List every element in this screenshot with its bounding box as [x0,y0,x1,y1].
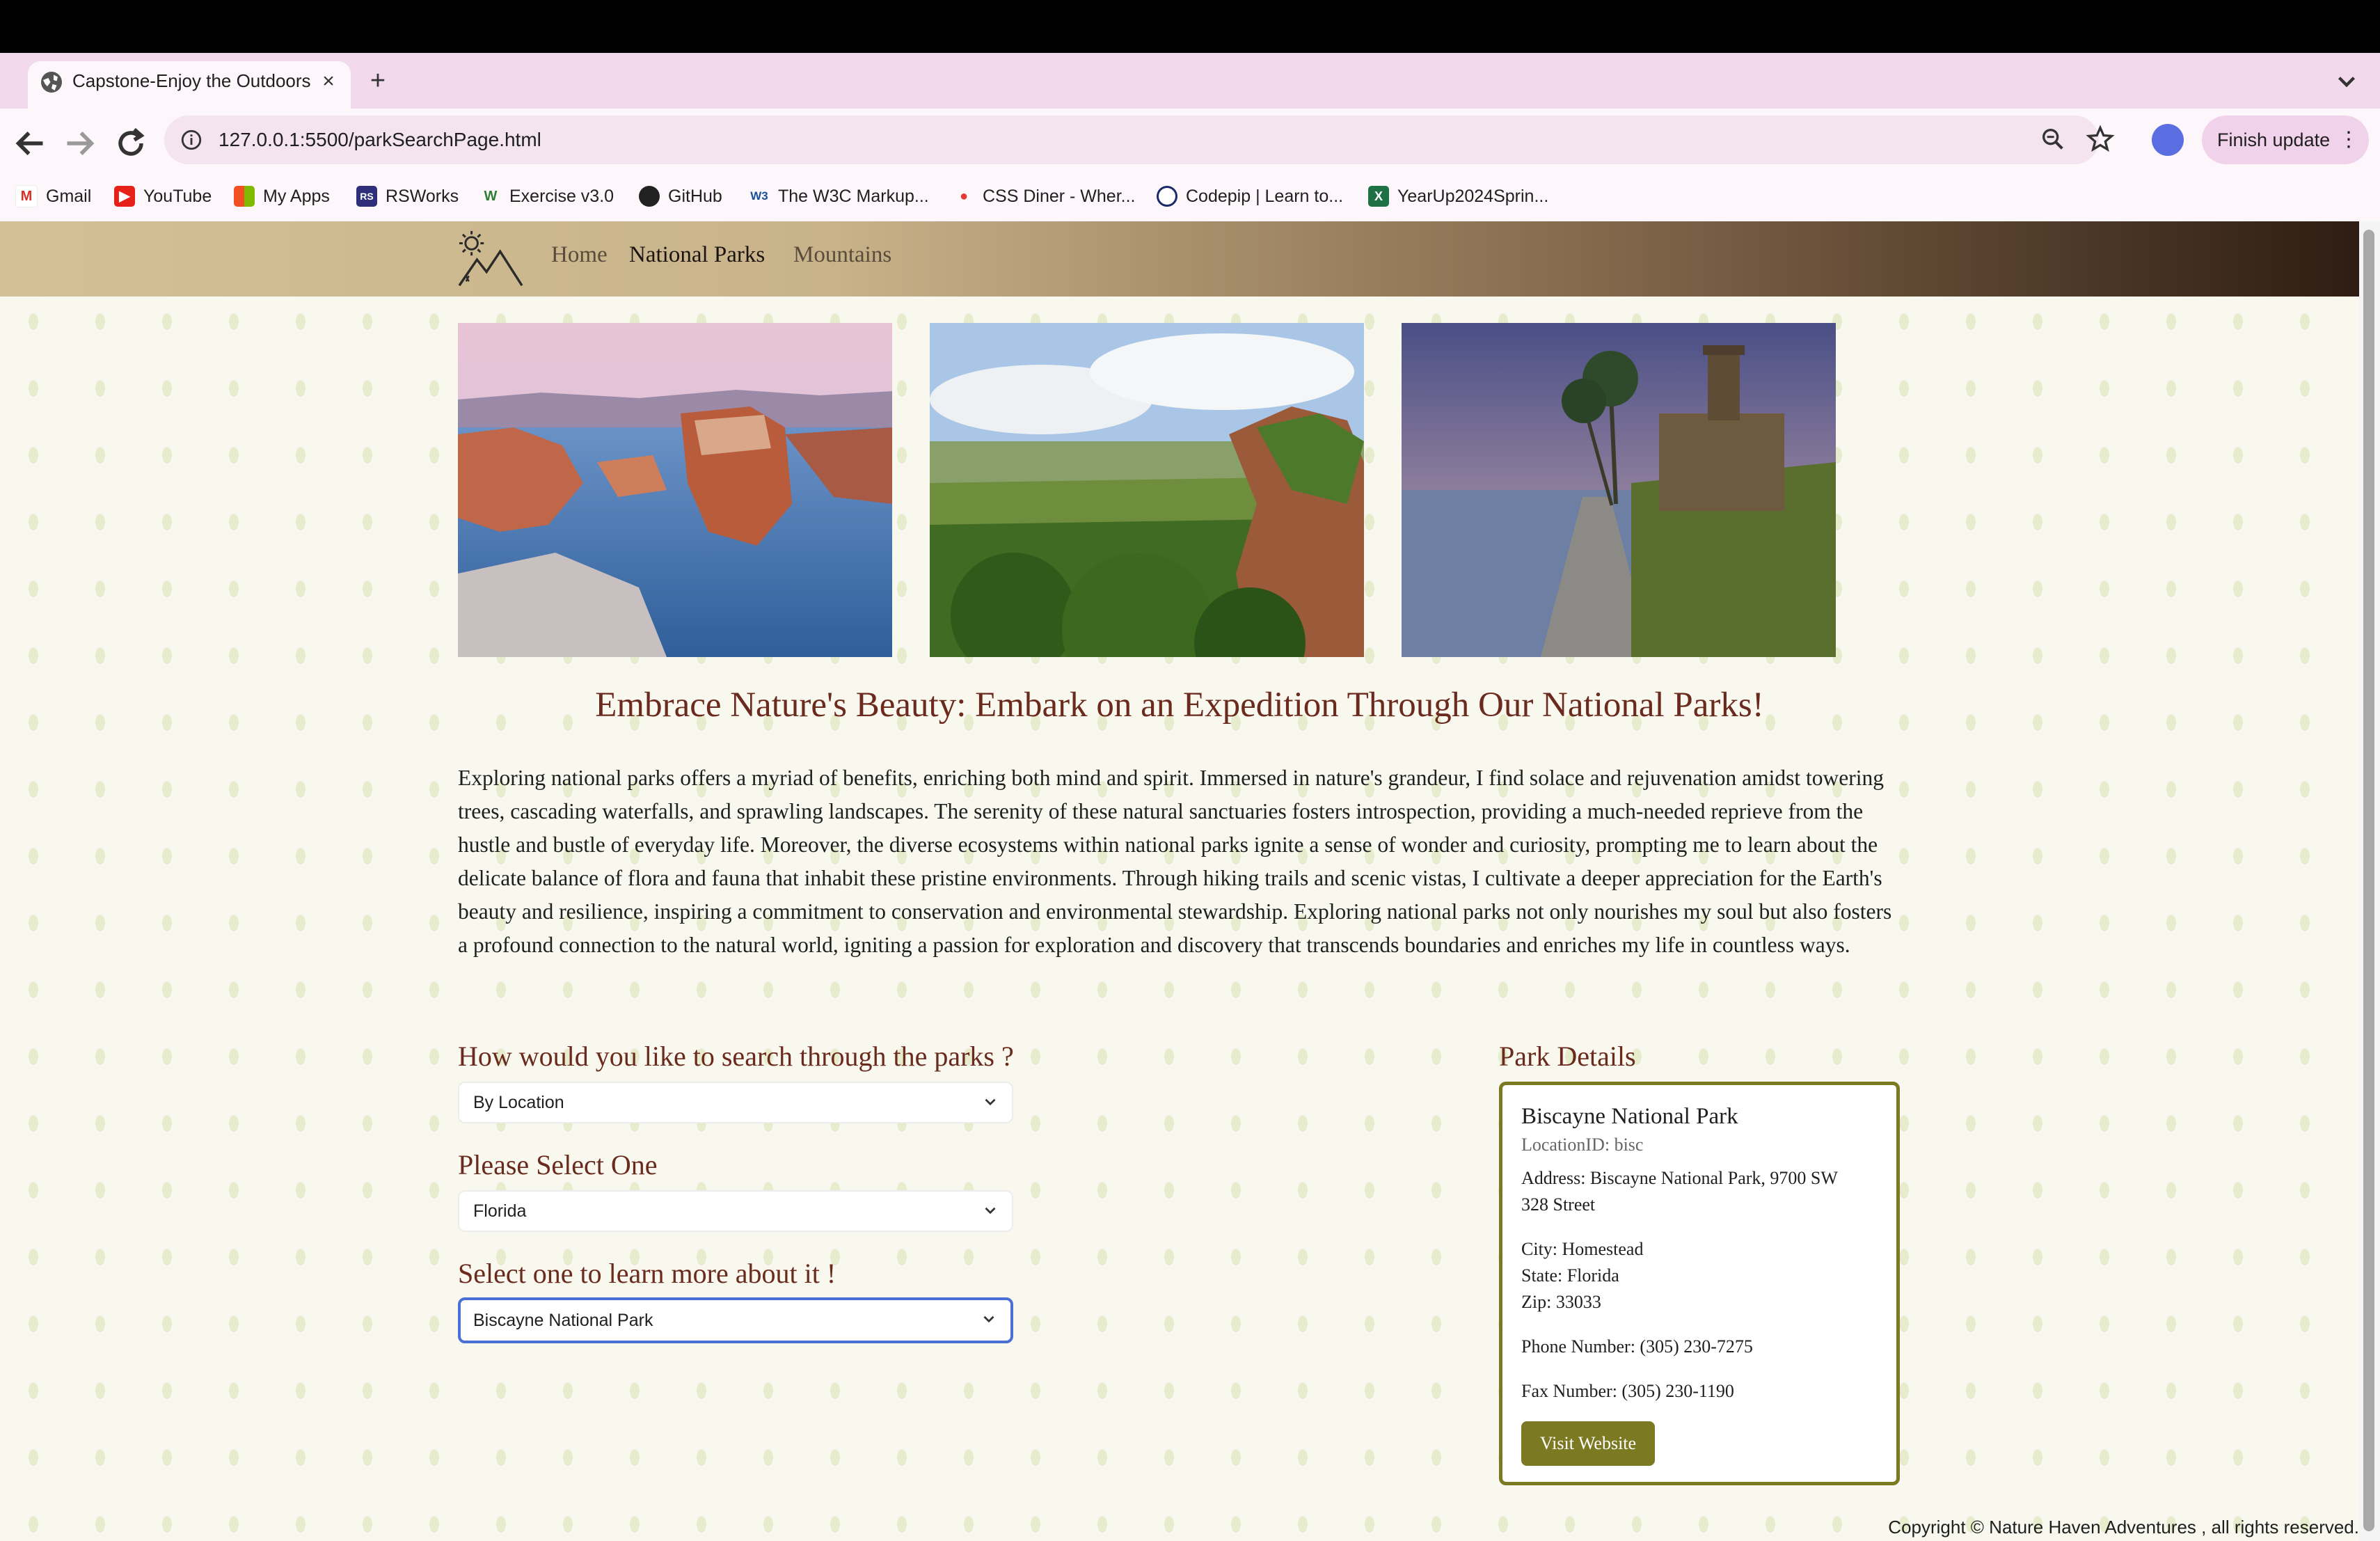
bookmark-label: The W3C Markup... [778,186,929,206]
chevron-down-icon [983,1315,994,1323]
park-address-line1: Address: Biscayne National Park, 9700 SW [1521,1168,1838,1188]
park-value: Biscayne National Park [473,1311,653,1330]
bookmark-label: My Apps [263,186,330,206]
bookmark-w3c[interactable]: W3 The W3C Markup... [749,182,929,210]
bookmark-label: CSS Diner - Wher... [983,186,1136,206]
new-tab-button[interactable]: + [362,67,394,96]
github-icon [639,186,660,207]
bookmark-gmail[interactable]: M Gmail [15,182,91,210]
park-select-label: Select one to learn more about it ! [458,1258,836,1289]
gmail-icon: M [15,185,38,207]
nav-mountains[interactable]: Mountains [793,238,891,271]
scrollbar-thumb[interactable] [2363,230,2374,1531]
copyright-footer: Copyright © Nature Haven Adventures , al… [1888,1517,2359,1538]
site-info-icon[interactable] [180,128,203,152]
park-select[interactable]: Biscayne National Park [458,1297,1013,1343]
more-menu-icon[interactable]: ⋮ [2338,125,2359,155]
park-fax: Fax Number: (305) 230-1190 [1521,1381,1734,1401]
park-details-heading: Park Details [1499,1041,1636,1072]
bookmark-github[interactable]: GitHub [639,182,722,210]
chevron-down-icon [985,1098,996,1106]
bookmark-label: YearUp2024Sprin... [1397,186,1549,206]
chevron-down-icon [985,1207,996,1215]
url-text[interactable]: 127.0.0.1:5500/parkSearchPage.html [219,126,541,154]
mountain-sun-logo[interactable] [457,228,525,290]
profile-avatar[interactable] [2152,124,2184,156]
park-phone: Phone Number: (305) 230-7275 [1521,1336,1753,1357]
bookmark-label: Gmail [46,186,92,206]
excel-icon: X [1368,186,1389,207]
park-city: City: Homestead [1521,1239,1644,1259]
bookmark-label: GitHub [668,186,722,206]
search-method-label: How would you like to search through the… [458,1041,1014,1072]
bookmark-label: Exercise v3.0 [509,186,614,206]
css-diner-icon: ● [959,189,969,204]
bookmark-yearup[interactable]: X YearUp2024Sprin... [1368,182,1548,210]
park-name: Biscayne National Park [1521,1104,1738,1129]
location-select-label: Please Select One [458,1149,658,1180]
search-method-select[interactable]: By Location [458,1082,1013,1123]
bookmark-exercise[interactable]: W Exercise v3.0 [480,182,614,210]
bookmark-codepip[interactable]: Codepip | Learn to... [1157,182,1343,210]
bookmark-css-diner[interactable]: ● CSS Diner - Wher... [953,182,1136,210]
os-menu-bar [0,0,2380,53]
park-zip: Zip: 33033 [1521,1292,1601,1312]
nav-national-parks[interactable]: National Parks [629,238,765,271]
bookmark-my-apps[interactable]: My Apps [234,182,330,210]
park-address-line2: 328 Street [1521,1194,1596,1215]
site-navbar [0,221,2359,297]
visit-website-button[interactable]: Visit Website [1521,1421,1655,1466]
close-tab-icon[interactable]: × [315,68,342,95]
forest-bluff-image [930,323,1364,657]
bookmark-label: RSWorks [386,186,459,206]
intro-paragraph: Exploring national parks offers a myriad… [458,766,1892,957]
forward-arrow-icon[interactable] [58,123,100,164]
location-id: LocationID: bisc [1521,1135,1644,1155]
tab-search-chevron-icon[interactable] [2330,67,2363,96]
search-method-value: By Location [473,1093,564,1112]
apps-grid-icon [234,186,255,207]
location-value: Florida [473,1201,527,1221]
bookmark-label: Codepip | Learn to... [1186,186,1344,206]
rsworks-icon: RS [356,186,377,207]
tab-title: Capstone-Enjoy the Outdoors [72,70,311,91]
page-heading: Embrace Nature's Beauty: Embark on an Ex… [595,686,1764,725]
finish-update-label: Finish update [2217,129,2331,150]
back-arrow-icon[interactable] [10,123,51,164]
tab-strip [0,53,2380,109]
park-state: State: Florida [1521,1265,1619,1286]
bookmark-label: YouTube [143,186,212,206]
bookmark-star-icon[interactable] [2085,124,2116,155]
w-icon: W [484,189,498,204]
reload-icon[interactable] [110,123,152,164]
bookmark-youtube[interactable]: ▶ YouTube [114,182,212,210]
w3c-icon: W3 [750,189,768,203]
castillo-fort-image [1402,323,1836,657]
nav-home[interactable]: Home [551,238,608,271]
youtube-icon: ▶ [114,186,135,207]
globe-icon [41,72,62,93]
bookmark-rsworks[interactable]: RS RSWorks [356,182,459,210]
location-select[interactable]: Florida [458,1190,1013,1232]
codepip-icon [1157,186,1177,207]
zoom-magnifier-icon[interactable] [2039,125,2067,153]
canyon-lake-image [458,323,892,657]
